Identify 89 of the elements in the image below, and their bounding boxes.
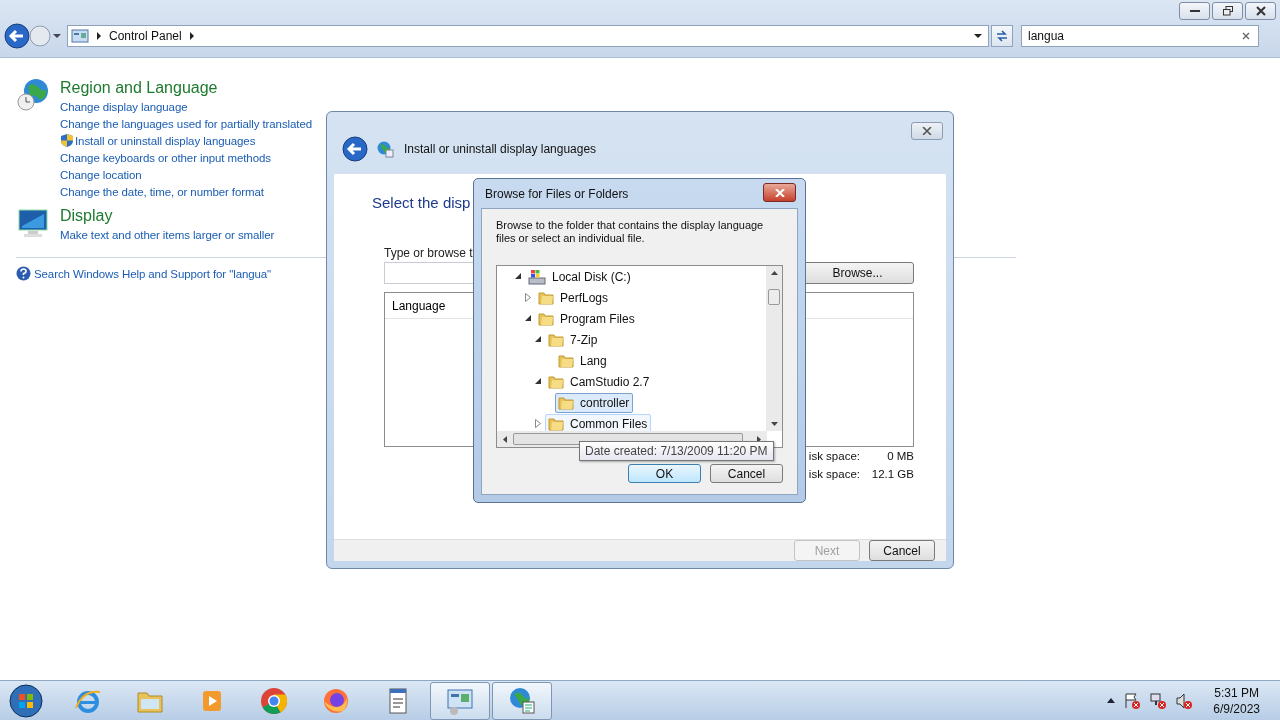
close-button[interactable] — [911, 122, 943, 140]
disk-space-label: isk space: — [808, 450, 860, 464]
back-icon[interactable] — [4, 23, 30, 49]
wizard-button[interactable]: Cancel — [869, 540, 935, 561]
column-header[interactable]: Language — [392, 298, 446, 313]
task-link[interactable]: Make text and other items larger or smaller — [60, 228, 275, 241]
clock[interactable]: 5:31 PM 6/9/2023 — [1213, 684, 1260, 717]
network-error-icon[interactable] — [1149, 691, 1168, 710]
tree-item[interactable]: controller — [555, 392, 634, 413]
back-icon[interactable] — [342, 136, 368, 162]
folder-icon — [548, 331, 564, 348]
scroll-right-icon[interactable] — [757, 435, 761, 443]
dialog-button[interactable]: OK — [628, 464, 701, 483]
restore-icon — [1222, 6, 1233, 16]
folder-icon — [548, 415, 564, 431]
category-title-link[interactable]: Region and Language — [60, 78, 312, 98]
taskbar-button[interactable] — [492, 681, 552, 720]
globe-clock-icon — [16, 78, 50, 112]
speaker-muted-icon[interactable] — [1175, 691, 1194, 710]
tree-item[interactable]: 7-Zip — [545, 329, 602, 350]
help-search-link[interactable]: Search Windows Help and Support for "langua" — [34, 267, 272, 280]
tree-item[interactable]: PerfLogs — [535, 287, 613, 308]
dialog-button[interactable]: Cancel — [710, 464, 783, 483]
expanded-arrow-icon[interactable] — [535, 336, 542, 343]
task-link[interactable]: Install or uninstall display languages — [75, 134, 256, 147]
search-field[interactable]: langua — [1021, 25, 1259, 47]
clear-icon[interactable] — [1242, 32, 1250, 40]
globe-icon — [376, 140, 394, 158]
tree-item[interactable]: CamStudio 2.7 — [545, 371, 654, 392]
scroll-up-icon[interactable] — [770, 271, 778, 275]
close-button[interactable] — [763, 183, 796, 202]
scroll-left-icon[interactable] — [503, 435, 507, 443]
vertical-scrollbar[interactable] — [766, 266, 782, 431]
close-icon — [774, 188, 785, 197]
scroll-thumb[interactable] — [768, 289, 780, 305]
help-icon — [16, 266, 31, 281]
chevron-icon[interactable] — [96, 32, 102, 40]
disk-space-value: 12.1 GB — [870, 468, 914, 482]
globe-icon — [507, 685, 537, 716]
restore-button[interactable] — [1212, 2, 1243, 20]
tree-item[interactable]: Common Files — [545, 413, 652, 431]
scroll-down-icon[interactable] — [770, 422, 778, 426]
task-link[interactable]: Change the languages used for partially translated — [60, 117, 312, 130]
dialog-title: Browse for Files or Folders — [485, 186, 629, 201]
folder-icon — [558, 352, 574, 369]
control-panel-icon — [71, 29, 89, 43]
task-link[interactable]: Change keyboards or other input methods — [60, 151, 271, 164]
close-icon — [922, 127, 932, 135]
task-link[interactable]: Change location — [60, 168, 142, 181]
folder-icon — [538, 310, 554, 327]
drive-icon — [528, 268, 546, 285]
disk-space-label: isk space: — [808, 468, 860, 482]
clock-time: 5:31 PM — [1214, 684, 1259, 701]
taskbar-button[interactable] — [430, 681, 490, 720]
chevron-icon[interactable] — [188, 32, 195, 40]
dropdown-icon[interactable] — [53, 33, 61, 39]
tree-item[interactable]: Program Files — [535, 308, 639, 329]
disk-space-value: 0 MB — [886, 450, 914, 464]
expanded-arrow-icon[interactable] — [525, 315, 532, 322]
close-button[interactable] — [1245, 2, 1276, 20]
path-label: Type or browse t — [384, 246, 474, 262]
address-bar[interactable]: Control Panel — [67, 25, 989, 47]
category-title-link[interactable]: Display — [60, 206, 275, 226]
task-link[interactable]: Change display language — [60, 100, 188, 113]
monitor-icon — [16, 206, 50, 240]
show-hidden-icons-icon[interactable] — [1107, 698, 1116, 703]
minimize-icon — [1189, 9, 1200, 13]
refresh-icon — [995, 29, 1009, 43]
flag-error-icon[interactable] — [1123, 691, 1142, 710]
folder-icon — [538, 289, 554, 306]
minimize-button[interactable] — [1179, 2, 1210, 20]
refresh-button[interactable] — [991, 25, 1013, 47]
tree-item[interactable]: Lang — [555, 350, 611, 371]
expanded-arrow-icon[interactable] — [535, 378, 542, 385]
folder-icon — [558, 394, 574, 411]
dropdown-icon[interactable] — [974, 33, 982, 39]
close-icon — [1255, 6, 1266, 16]
window-title: Install or uninstall display languages — [404, 142, 597, 156]
start-button[interactable] — [8, 682, 44, 719]
folder-icon — [548, 373, 564, 390]
collapsed-arrow-icon[interactable] — [535, 419, 541, 428]
task-link[interactable]: Change the date, time, or number format — [60, 185, 264, 198]
dialog-description: Browse to the folder that contains the display language files or select an individual file. — [496, 219, 765, 246]
tree-item[interactable]: Local Disk (C:) — [525, 266, 635, 287]
collapsed-arrow-icon[interactable] — [525, 293, 531, 302]
page-heading: Select the disp — [372, 194, 471, 213]
tooltip: Date created: 7/13/2009 11:20 PM — [579, 441, 774, 461]
expanded-arrow-icon[interactable] — [515, 273, 522, 280]
clock-date: 6/9/2023 — [1213, 700, 1260, 717]
